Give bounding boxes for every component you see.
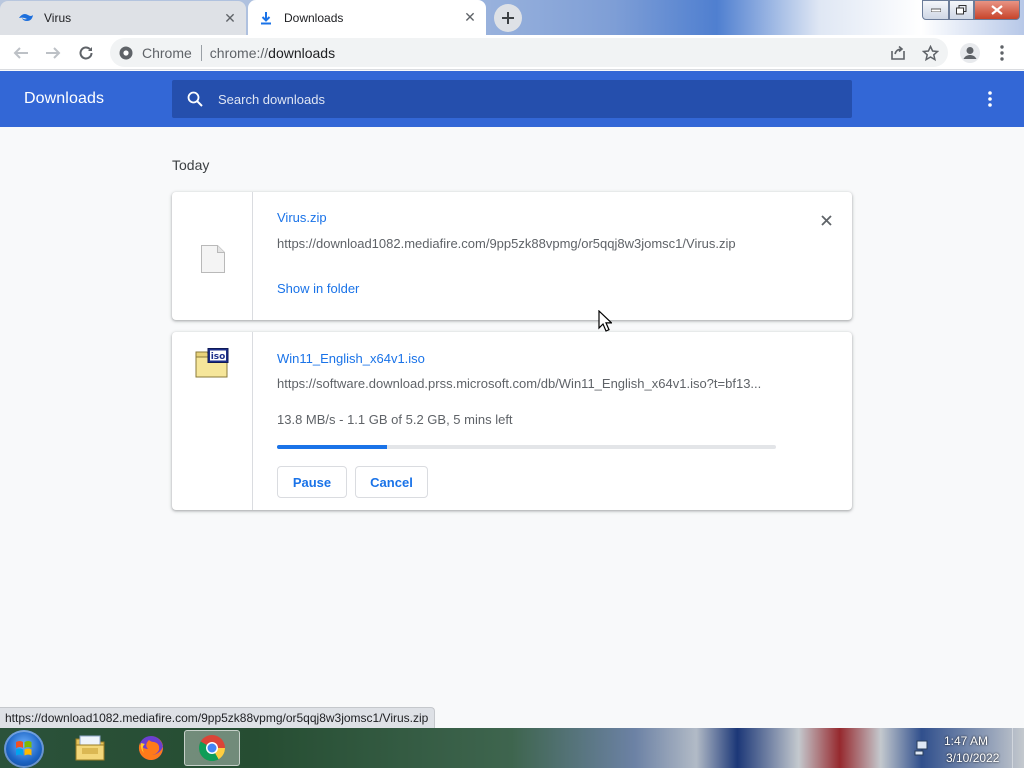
minimize-icon bbox=[930, 8, 941, 12]
downloads-menu-button[interactable] bbox=[978, 87, 1002, 111]
download-icon bbox=[258, 10, 274, 26]
file-source-url[interactable]: https://software.download.prss.microsoft… bbox=[277, 376, 777, 391]
back-arrow-icon bbox=[13, 47, 28, 59]
title-bar: Virus ✕ Downloads ✕ bbox=[0, 0, 1024, 35]
forward-arrow-icon bbox=[46, 47, 61, 59]
share-button[interactable] bbox=[886, 41, 910, 65]
iso-file-icon: iso bbox=[195, 348, 229, 378]
download-progress-bar bbox=[277, 445, 776, 449]
start-button[interactable] bbox=[4, 730, 44, 768]
downloads-header: Downloads bbox=[0, 71, 1024, 127]
tab-downloads[interactable]: Downloads ✕ bbox=[248, 0, 486, 35]
new-tab-button[interactable] bbox=[494, 4, 522, 32]
firefox-icon bbox=[138, 735, 163, 760]
clock-date[interactable]: 3/10/2022 bbox=[946, 751, 999, 765]
tab-virus[interactable]: Virus ✕ bbox=[0, 1, 246, 35]
section-date-heading: Today bbox=[172, 157, 210, 173]
close-icon bbox=[820, 214, 832, 226]
mediafire-icon bbox=[18, 10, 34, 26]
generic-file-icon bbox=[201, 245, 225, 273]
site-label: Chrome bbox=[142, 44, 192, 61]
close-tab-icon[interactable]: ✕ bbox=[462, 9, 478, 26]
taskbar-chrome-button[interactable] bbox=[184, 730, 240, 766]
minimize-button[interactable] bbox=[922, 0, 949, 20]
taskbar-firefox-button[interactable] bbox=[123, 730, 179, 766]
search-bar[interactable] bbox=[172, 80, 852, 118]
download-status-text: 13.8 MB/s - 1.1 GB of 5.2 GB, 5 mins lef… bbox=[277, 412, 513, 427]
link-status-bubble: https://download1082.mediafire.com/9pp5z… bbox=[0, 707, 436, 728]
download-item: iso Win11_English_x64v1.iso https://soft… bbox=[172, 332, 852, 510]
chrome-site-icon bbox=[119, 46, 133, 59]
search-input[interactable] bbox=[218, 91, 818, 107]
restore-icon bbox=[956, 5, 967, 15]
remove-from-list-button[interactable] bbox=[816, 210, 836, 230]
vertical-dots-icon bbox=[988, 91, 992, 107]
reload-icon bbox=[79, 46, 93, 60]
close-icon bbox=[991, 5, 1003, 15]
network-icon[interactable] bbox=[914, 739, 932, 757]
taskbar-explorer-button[interactable] bbox=[62, 730, 118, 766]
avatar-icon bbox=[960, 43, 980, 63]
tab-title: Virus bbox=[44, 11, 72, 25]
cancel-button[interactable]: Cancel bbox=[355, 466, 428, 498]
url-host: downloads bbox=[268, 44, 336, 61]
omnibox[interactable]: Chrome chrome://downloads bbox=[110, 38, 948, 67]
restore-button[interactable] bbox=[949, 0, 974, 20]
mouse-cursor-icon bbox=[598, 310, 612, 332]
page-title: Downloads bbox=[24, 90, 105, 107]
chrome-icon bbox=[198, 735, 226, 762]
bookmark-button[interactable] bbox=[918, 41, 942, 65]
close-tab-icon[interactable]: ✕ bbox=[222, 10, 238, 26]
file-source-url[interactable]: https://download1082.mediafire.com/9pp5z… bbox=[277, 236, 797, 251]
plus-icon bbox=[502, 12, 514, 24]
download-item: Virus.zip https://download1082.mediafire… bbox=[172, 192, 852, 320]
forward-button[interactable] bbox=[41, 41, 65, 65]
url-scheme: chrome:// bbox=[209, 44, 269, 61]
folder-icon bbox=[75, 735, 105, 761]
svg-text:iso: iso bbox=[211, 352, 226, 362]
file-name-link[interactable]: Virus.zip bbox=[277, 210, 327, 225]
windows-taskbar: 1:47 AM 3/10/2022 bbox=[0, 728, 1024, 768]
pause-button[interactable]: Pause bbox=[277, 466, 347, 498]
file-name-link[interactable]: Win11_English_x64v1.iso bbox=[277, 351, 425, 366]
clock-time[interactable]: 1:47 AM bbox=[944, 734, 988, 748]
browser-toolbar: Chrome chrome://downloads bbox=[0, 35, 1024, 70]
profile-button[interactable] bbox=[958, 41, 982, 65]
show-in-folder-link[interactable]: Show in folder bbox=[277, 281, 359, 296]
file-icon-column: iso bbox=[172, 332, 253, 510]
reload-button[interactable] bbox=[74, 41, 98, 65]
search-icon bbox=[187, 91, 203, 107]
omnibox-divider bbox=[200, 44, 202, 61]
download-progress-fill bbox=[277, 445, 387, 449]
star-icon bbox=[921, 44, 939, 61]
chrome-menu-button[interactable] bbox=[990, 41, 1014, 65]
windows-logo-icon bbox=[16, 741, 32, 756]
file-icon-column bbox=[172, 192, 253, 320]
share-icon bbox=[891, 45, 905, 60]
show-desktop-button[interactable] bbox=[1012, 728, 1024, 768]
back-button[interactable] bbox=[9, 41, 33, 65]
close-window-button[interactable] bbox=[974, 0, 1020, 20]
tab-title: Downloads bbox=[284, 10, 344, 25]
vertical-dots-icon bbox=[1000, 45, 1004, 61]
